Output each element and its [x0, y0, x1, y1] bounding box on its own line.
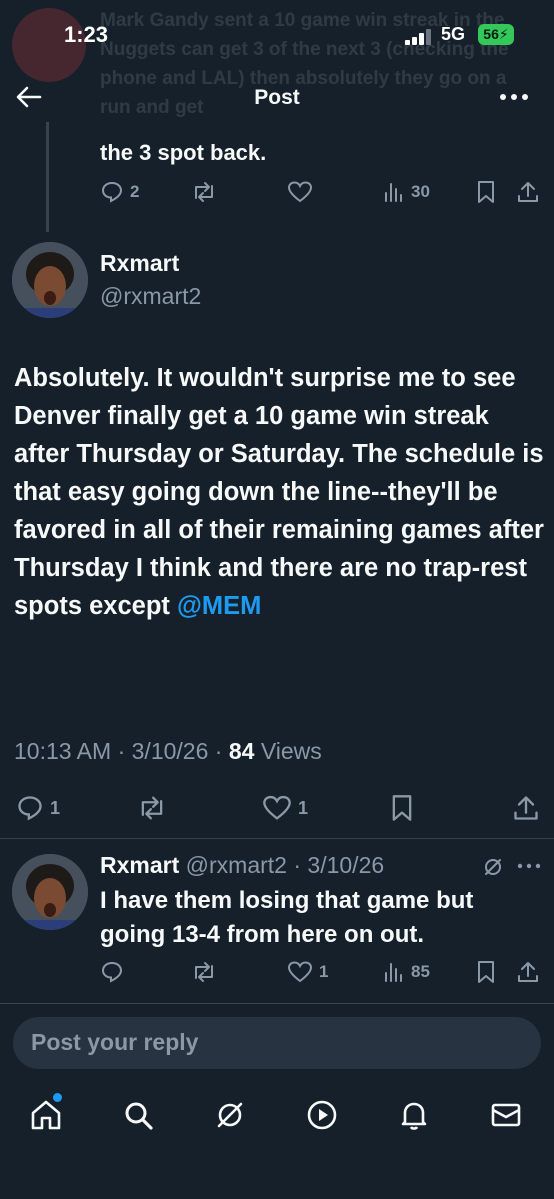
tweet-meta: 10:13 AM · 3/10/26 · 84 Views: [14, 738, 322, 764]
repost-icon: [195, 962, 213, 982]
reply-like-count: 1: [319, 962, 329, 981]
top-bar: Post: [0, 74, 554, 122]
reply-avatar[interactable]: [12, 854, 88, 930]
reply-text: I have them losing that game but going 1…: [100, 887, 474, 948]
reply-icon: [101, 181, 123, 203]
thread-line: [46, 122, 49, 232]
home-icon[interactable]: [29, 1098, 63, 1132]
reply-icon: [18, 796, 42, 821]
views-icon: [385, 963, 402, 982]
heart-icon: [287, 961, 313, 983]
heart-icon: [287, 181, 313, 203]
mention-link[interactable]: @MEM: [177, 592, 261, 620]
prev-views-button[interactable]: 30: [383, 180, 430, 204]
views-label: Views: [260, 738, 322, 764]
prev-repost-button[interactable]: [190, 180, 218, 204]
battery-icon: 56⚡: [478, 24, 514, 45]
signal-icon: [405, 29, 433, 45]
main-like-count: 1: [298, 797, 309, 818]
tweet-text: Absolutely. It wouldn't surprise me to s…: [14, 364, 544, 620]
main-repost-button[interactable]: [136, 794, 168, 822]
prev-reply-button[interactable]: 2: [100, 180, 139, 204]
main-like-button[interactable]: 1: [262, 794, 308, 822]
prev-reply-count: 2: [130, 182, 140, 201]
bookmark-icon: [478, 181, 494, 203]
battery-level: 56: [483, 26, 499, 42]
reply-repost-button[interactable]: [190, 960, 218, 984]
heart-icon: [263, 795, 291, 820]
reply-author-name[interactable]: Rxmart: [100, 852, 179, 878]
reply-header: Rxmart @rxmart2 · 3/10/26: [100, 852, 385, 878]
bottom-nav: [0, 1080, 554, 1150]
bookmark-icon: [392, 795, 412, 821]
prev-share-button[interactable]: [516, 180, 540, 204]
unread-dot: [53, 1093, 62, 1102]
network-label: 5G: [441, 24, 466, 44]
messages-icon[interactable]: [489, 1098, 523, 1132]
status-bar: Mark Gandy sent a 10 game win streak in …: [0, 0, 554, 118]
video-icon[interactable]: [305, 1098, 339, 1132]
tweet-date: 3/10/26: [131, 738, 209, 764]
prev-views-count: 30: [411, 182, 430, 201]
avatar-image: [12, 854, 88, 930]
previous-tweet-text: the 3 spot back.: [100, 140, 267, 165]
main-bookmark-button[interactable]: [390, 794, 414, 822]
views-count: 84: [228, 738, 255, 764]
tweet-body: Absolutely. It wouldn't surprise me to s…: [14, 359, 544, 625]
share-icon: [518, 962, 538, 982]
notifications-icon[interactable]: [397, 1098, 431, 1132]
avatar-image: [12, 242, 88, 318]
reply-more-icon[interactable]: [516, 858, 542, 874]
tweet-time: 10:13 AM: [14, 738, 112, 764]
bookmark-icon: [478, 961, 494, 983]
reply-reply-button[interactable]: [100, 960, 124, 984]
home-indicator-area: [0, 1150, 554, 1199]
reply-like-button[interactable]: 1: [287, 960, 328, 984]
prev-like-button[interactable]: [287, 180, 313, 204]
share-icon: [514, 796, 538, 820]
reply-share-button[interactable]: [516, 960, 540, 984]
page-title: Post: [254, 86, 300, 109]
reply-author-handle[interactable]: @rxmart2: [186, 852, 287, 878]
main-avatar[interactable]: [12, 242, 88, 318]
divider: [0, 1003, 554, 1004]
reply-views-button[interactable]: 85: [383, 960, 430, 984]
main-reply-button[interactable]: 1: [16, 794, 60, 822]
reply-date: 3/10/26: [307, 852, 385, 878]
share-icon: [518, 182, 538, 202]
divider: [0, 838, 554, 839]
views-icon: [385, 183, 402, 202]
grok-icon[interactable]: [482, 856, 504, 878]
reply-compose-input[interactable]: Post your reply: [13, 1017, 541, 1069]
author-name[interactable]: Rxmart: [100, 250, 179, 277]
main-share-button[interactable]: [512, 794, 540, 822]
reply-bookmark-button[interactable]: [476, 960, 496, 984]
reply-views-count: 85: [411, 962, 430, 981]
repost-icon: [141, 796, 163, 820]
grok-icon[interactable]: [213, 1098, 247, 1132]
status-time: 1:23: [64, 22, 109, 47]
author-handle[interactable]: @rxmart2: [100, 283, 201, 310]
more-options-icon[interactable]: [496, 82, 532, 112]
main-reply-count: 1: [50, 797, 61, 818]
prev-bookmark-button[interactable]: [476, 180, 496, 204]
repost-icon: [195, 182, 213, 202]
reply-icon: [101, 961, 123, 983]
search-icon[interactable]: [121, 1098, 155, 1132]
